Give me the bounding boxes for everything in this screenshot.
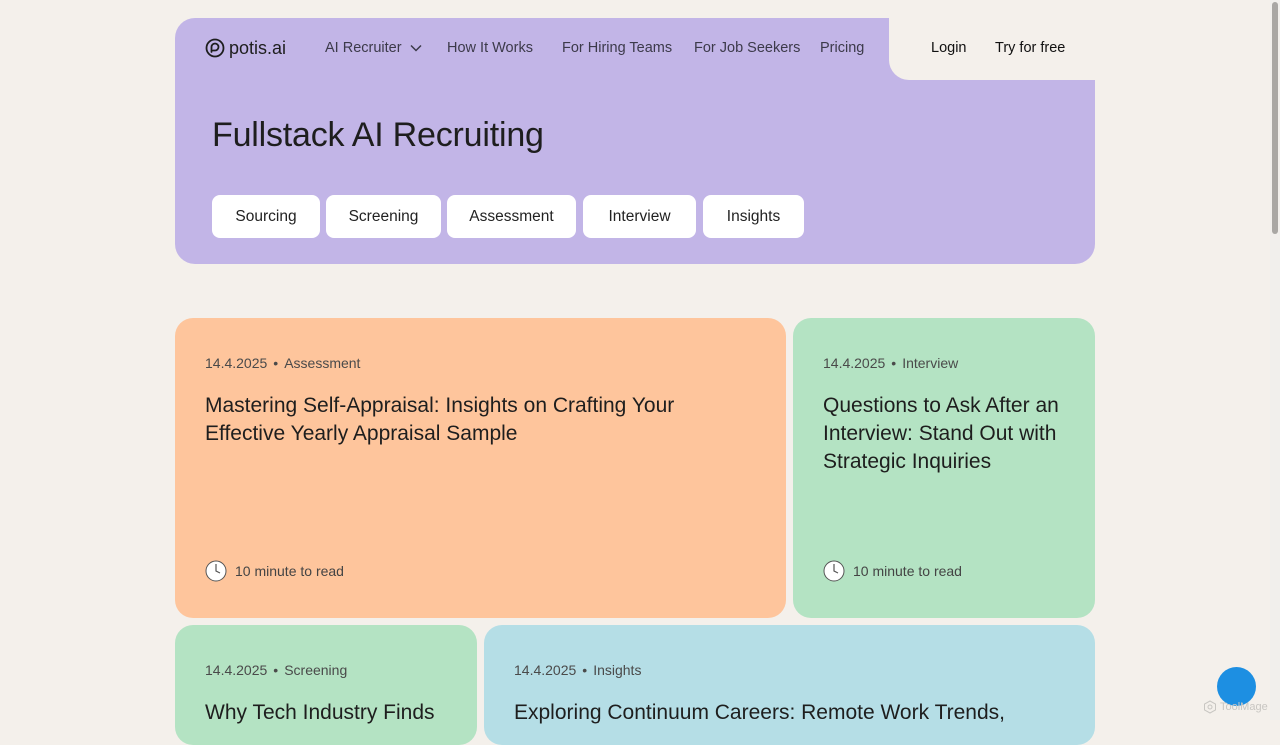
nav-item-for-job-seekers[interactable]: For Job Seekers: [694, 40, 800, 56]
article-title: Exploring Continuum Careers: Remote Work…: [514, 701, 1005, 724]
article-date: 14.4.2025: [823, 355, 886, 371]
pill-interview[interactable]: Interview: [583, 195, 696, 238]
page-title: Fullstack AI Recruiting: [212, 116, 544, 154]
clock-icon: [823, 560, 845, 582]
article-card[interactable]: 14.4.2025 • Screening Why Tech Industry Fi…: [175, 625, 477, 745]
try-for-free-button[interactable]: Try for free: [995, 40, 1065, 56]
article-category: Assessment: [284, 355, 361, 371]
chevron-down-icon: [410, 45, 422, 52]
article-category: Interview: [902, 355, 959, 371]
article-date: 14.4.2025: [514, 662, 577, 678]
article-title: Questions to Ask After an Interview: Sta…: [823, 394, 1059, 473]
brand-logo[interactable]: potis.ai: [205, 36, 286, 60]
pill-insights[interactable]: Insights: [703, 195, 804, 238]
article-meta: 14.4.2025 • Screening: [205, 662, 348, 678]
article-date: 14.4.2025: [205, 355, 268, 371]
pill-sourcing[interactable]: Sourcing: [212, 195, 320, 238]
pill-screening[interactable]: Screening: [326, 195, 441, 238]
read-time-label: 10 minute to read: [853, 563, 962, 579]
watermark-logo-icon: [1204, 700, 1216, 714]
nav-item-ai-recruiter[interactable]: AI Recruiter: [325, 40, 422, 56]
article-category: Screening: [284, 662, 348, 678]
article-meta: 14.4.2025 • Insights: [514, 662, 642, 678]
brand-name: potis.ai: [229, 37, 287, 58]
pill-assessment[interactable]: Assessment: [447, 195, 576, 238]
read-time: 10 minute to read: [205, 560, 344, 582]
article-meta: 14.4.2025 • Assessment: [205, 355, 361, 371]
clock-icon: [205, 560, 227, 582]
nav-item-for-hiring-teams[interactable]: For Hiring Teams: [562, 40, 672, 56]
potis-logo-icon: [205, 38, 225, 58]
scrollbar-thumb[interactable]: [1272, 2, 1278, 234]
watermark: ToolMage: [1203, 700, 1268, 714]
article-date: 14.4.2025: [205, 662, 268, 678]
nav-item-label: AI Recruiter: [325, 40, 402, 56]
article-meta: 14.4.2025 • Interview: [823, 355, 959, 371]
login-link[interactable]: Login: [931, 40, 966, 56]
nav-item-how-it-works[interactable]: How It Works: [447, 40, 533, 56]
article-title: Mastering Self-Appraisal: Insights on Cr…: [205, 394, 675, 445]
article-category: Insights: [593, 662, 642, 678]
article-card[interactable]: 14.4.2025 • Interview Questions to Ask Aft…: [793, 318, 1095, 618]
nav-item-pricing[interactable]: Pricing: [820, 40, 864, 56]
page-scrollbar[interactable]: [1270, 0, 1280, 720]
article-card[interactable]: 14.4.2025 • Insights Exploring Continuum C…: [484, 625, 1095, 745]
read-time-label: 10 minute to read: [235, 563, 344, 579]
read-time: 10 minute to read: [823, 560, 962, 582]
article-title: Why Tech Industry Finds: [205, 701, 435, 724]
watermark-text: ToolMage: [1220, 701, 1268, 713]
article-card[interactable]: 14.4.2025 • Assessment Mastering Self-Appr…: [175, 318, 786, 618]
